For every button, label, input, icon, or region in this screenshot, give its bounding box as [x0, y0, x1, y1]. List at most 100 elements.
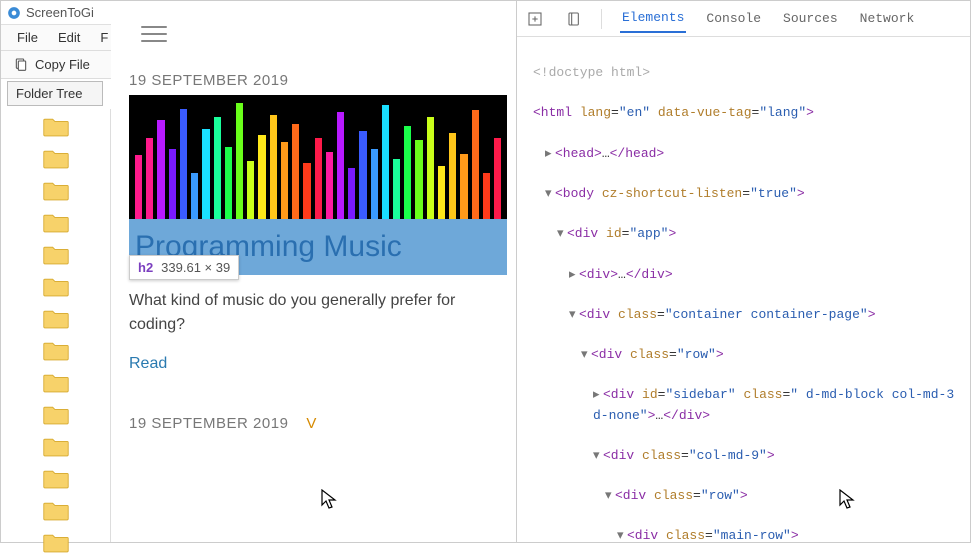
folder-icon [42, 213, 70, 233]
folder-icon [42, 341, 70, 361]
folder-icon [42, 533, 70, 553]
post-hero[interactable]: Programming Music [129, 95, 507, 275]
folder-icon [42, 405, 70, 425]
folder-icon [42, 501, 70, 521]
folder-icon [42, 373, 70, 393]
eq-bar [303, 163, 310, 219]
folder-item[interactable] [1, 431, 110, 463]
copy-files-button[interactable]: Copy File [7, 54, 96, 76]
post2-badge: V [306, 415, 317, 432]
folder-icon [42, 149, 70, 169]
eq-bar [281, 142, 288, 219]
eq-bar [236, 103, 243, 219]
folder-item[interactable] [1, 271, 110, 303]
col-div[interactable]: ▾<div class="col-md-9"> [521, 446, 966, 466]
post2-date: 19 SEPTEMBER 2019 [129, 415, 288, 432]
row2-div[interactable]: ▾<div class="row"> [521, 486, 966, 506]
device-icon[interactable] [563, 9, 583, 29]
eq-bar [169, 149, 176, 219]
post-date: 19 SEPTEMBER 2019 [129, 72, 516, 89]
page-preview: 19 SEPTEMBER 2019 Programming Music h2 3… [111, 1, 516, 542]
folder-item[interactable] [1, 239, 110, 271]
eq-bar [214, 117, 221, 219]
folder-item[interactable] [1, 143, 110, 175]
folder-item[interactable] [1, 463, 110, 495]
read-link[interactable]: Read [129, 355, 167, 373]
tab-console[interactable]: Console [704, 5, 763, 32]
eq-bar [225, 147, 232, 219]
folder-icon [42, 117, 70, 137]
head-tag[interactable]: ▸<head>…</head> [521, 144, 966, 164]
element-tooltip: h2 339.61 × 39 [129, 255, 239, 280]
eq-bar [180, 109, 187, 219]
tooltip-tag: h2 [138, 260, 153, 275]
tooltip-dims: 339.61 × 39 [161, 260, 230, 275]
html-tag[interactable]: <html lang="en" data-vue-tag="lang"> [521, 103, 966, 123]
eq-bar [382, 105, 389, 219]
eq-bar [449, 133, 456, 219]
eq-bar [415, 140, 422, 219]
eq-bar [359, 131, 366, 219]
hamburger-icon[interactable] [141, 26, 516, 42]
eq-bar [146, 138, 153, 219]
sidebar-div[interactable]: ▸<div id="sidebar" class=" d-md-block co… [521, 385, 966, 425]
app-div[interactable]: ▾<div id="app"> [521, 224, 966, 244]
folder-icon [42, 277, 70, 297]
eq-bar [157, 120, 164, 219]
eq-bar [337, 112, 344, 219]
folder-item[interactable] [1, 303, 110, 335]
app-icon [7, 6, 21, 20]
eq-bar [326, 152, 333, 219]
folder-item[interactable] [1, 335, 110, 367]
folder-item[interactable] [1, 175, 110, 207]
content-area: 19 SEPTEMBER 2019 Programming Music h2 3… [111, 1, 970, 542]
eq-bar [472, 110, 479, 219]
eq-bar [202, 129, 209, 219]
eq-bar [292, 124, 299, 219]
folder-item[interactable] [1, 367, 110, 399]
tab-elements[interactable]: Elements [620, 4, 686, 33]
eq-bar [191, 173, 198, 219]
eq-bar [315, 138, 322, 219]
menu-edit[interactable]: Edit [48, 27, 90, 48]
eq-bar [135, 155, 142, 219]
app-title: ScreenToGi [26, 5, 94, 20]
eq-bar [483, 173, 490, 219]
eq-bar [427, 117, 434, 219]
tab-network[interactable]: Network [858, 5, 917, 32]
post-excerpt: What kind of music do you generally pref… [129, 289, 498, 337]
folder-item[interactable] [1, 399, 110, 431]
copy-icon [13, 57, 29, 73]
eq-bar [371, 149, 378, 219]
folder-icon [42, 245, 70, 265]
devtools-panel: Elements Console Sources Network <!docty… [516, 1, 970, 542]
eq-bar [348, 168, 355, 219]
eq-bar [258, 135, 265, 219]
dom-tree[interactable]: <!doctype html> <html lang="en" data-vue… [517, 37, 970, 542]
folder-tree-header[interactable]: Folder Tree [7, 81, 103, 106]
eq-bar [438, 166, 445, 219]
folder-list [1, 109, 111, 542]
container-div[interactable]: ▾<div class="container container-page"> [521, 305, 966, 325]
menu-file[interactable]: File [7, 27, 48, 48]
folder-item[interactable] [1, 111, 110, 143]
row-div[interactable]: ▾<div class="row"> [521, 345, 966, 365]
eq-bar [460, 154, 467, 219]
body-tag[interactable]: ▾<body cz-shortcut-listen="true"> [521, 184, 966, 204]
mainrow-div[interactable]: ▾<div class="main-row"> [521, 526, 966, 542]
devtools-tabs: Elements Console Sources Network [517, 1, 970, 37]
folder-item[interactable] [1, 207, 110, 239]
folder-item[interactable] [1, 495, 110, 527]
folder-icon [42, 309, 70, 329]
eq-bar [404, 126, 411, 219]
folder-icon [42, 469, 70, 489]
tab-sources[interactable]: Sources [781, 5, 840, 32]
folder-icon [42, 437, 70, 457]
div-collapsed[interactable]: ▸<div>…</div> [521, 265, 966, 285]
mouse-cursor [321, 489, 337, 511]
tab-separator [601, 9, 602, 29]
folder-icon [42, 181, 70, 201]
inspect-icon[interactable] [525, 9, 545, 29]
eq-bar [494, 138, 501, 219]
folder-item[interactable] [1, 527, 110, 559]
